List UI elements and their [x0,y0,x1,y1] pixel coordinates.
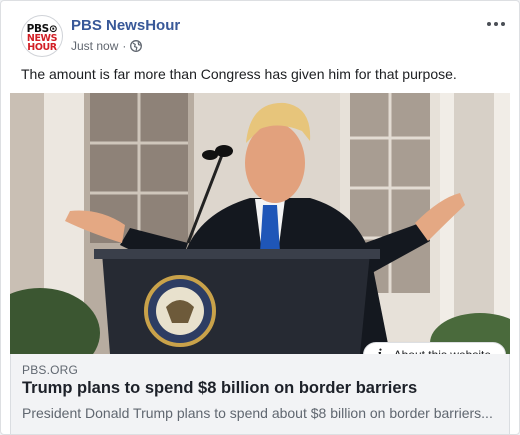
meta-separator: · [122,39,127,53]
link-headline[interactable]: Trump plans to spend $8 billion on borde… [22,379,417,398]
post-header: PBS⊙ NEWS HOUR PBS NewsHour Just now · [1,1,519,63]
link-domain: PBS.ORG [22,363,79,377]
page-name-link[interactable]: PBS NewsHour [71,17,180,34]
post-timestamp[interactable]: Just now [71,39,118,53]
post-meta: Just now · [71,38,143,54]
link-preview[interactable]: PBS.ORG Trump plans to spend $8 billion … [10,354,510,434]
page-avatar[interactable]: PBS⊙ NEWS HOUR [21,15,63,57]
post-photo[interactable] [10,93,510,354]
more-options-icon[interactable] [483,13,509,35]
post-message: The amount is far more than Congress has… [21,66,457,82]
link-description: President Donald Trump plans to spend ab… [22,405,493,421]
avatar-logo-line-3: HOUR [27,42,57,53]
post-card: PBS⊙ NEWS HOUR PBS NewsHour Just now · T… [0,0,520,435]
globe-icon[interactable] [130,40,143,52]
